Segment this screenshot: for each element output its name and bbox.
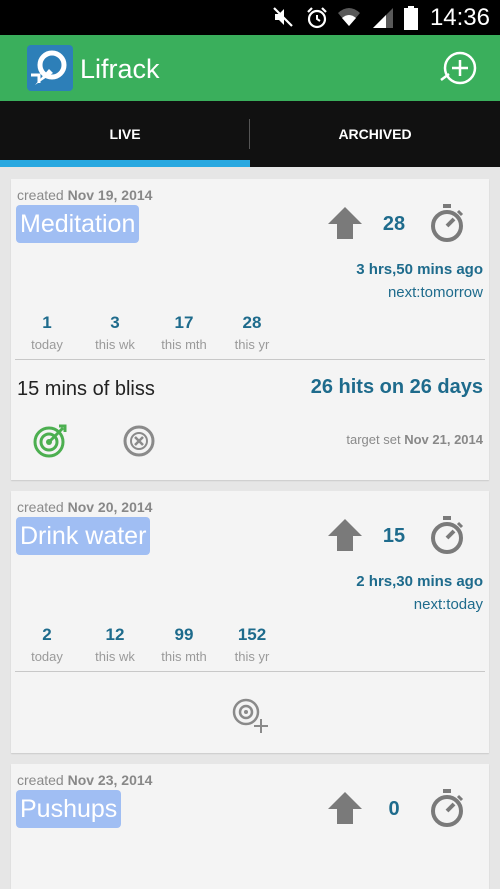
stat-value: 17: [174, 313, 194, 332]
app-logo-icon: [27, 45, 73, 91]
stat-label: today: [31, 337, 63, 352]
stat-today: 2 today: [12, 625, 82, 664]
target-set-date: target set Nov 21, 2014: [346, 432, 483, 447]
habit-card-drink-water[interactable]: created Nov 20, 2014 Drink water 15 2 hr…: [11, 491, 489, 753]
stat-label: this yr: [234, 337, 270, 352]
hit-count: 28: [382, 213, 406, 235]
wifi-icon: [338, 8, 360, 26]
habit-card-pushups[interactable]: created Nov 23, 2014 Pushups 0: [11, 764, 489, 889]
tab-active-indicator: [0, 160, 250, 167]
mute-icon: [273, 7, 293, 27]
habit-name[interactable]: Drink water: [16, 517, 151, 555]
app-bar: Lifrack: [0, 35, 500, 101]
increment-up-arrow-icon[interactable]: [327, 205, 363, 241]
stat-label: this wk: [95, 649, 135, 664]
stat-value: 1: [42, 313, 52, 332]
stat-this-year: 28 this yr: [217, 313, 287, 352]
created-date: created Nov 19, 2014: [17, 187, 153, 203]
hit-count: 15: [382, 525, 406, 547]
card-divider: [15, 359, 485, 360]
created-date: created Nov 20, 2014: [17, 499, 153, 515]
stat-value: 99: [174, 625, 194, 644]
stat-today: 1 today: [12, 313, 82, 352]
tab-archived[interactable]: ARCHIVED: [250, 101, 500, 167]
alarm-icon: [307, 7, 327, 29]
stat-value: 2: [42, 625, 52, 644]
target-hits: 26 hits on 26 days: [310, 376, 483, 398]
card-divider: [15, 671, 485, 672]
stat-label: today: [31, 649, 63, 664]
stat-value: 3: [110, 313, 120, 332]
increment-up-arrow-icon[interactable]: [327, 790, 363, 826]
battery-icon: [404, 6, 418, 30]
stat-this-year: 152 this yr: [217, 625, 287, 664]
stat-label: this mth: [161, 649, 207, 664]
stat-this-month: 99 this mth: [149, 625, 219, 664]
target-note: 15 mins of bliss: [17, 378, 155, 400]
increment-up-arrow-icon[interactable]: [327, 517, 363, 553]
target-achieved-icon[interactable]: [33, 424, 67, 458]
signal-icon: [373, 8, 393, 28]
add-circle-icon: [440, 51, 477, 85]
remove-target-icon[interactable]: [123, 425, 155, 457]
status-time: 14:36: [429, 4, 490, 31]
app-title: Lifrack: [80, 54, 160, 84]
stat-this-week: 3 this wk: [80, 313, 150, 352]
status-bar: 14:36: [0, 0, 500, 35]
habit-name[interactable]: Meditation: [16, 205, 140, 243]
tab-bar: LIVE ARCHIVED: [0, 101, 500, 167]
stat-value: 152: [237, 625, 267, 644]
last-hit-ago: 3 hrs,50 mins ago: [356, 261, 483, 278]
habit-card-meditation[interactable]: created Nov 19, 2014 Meditation 28 3 hrs…: [11, 179, 489, 480]
stopwatch-icon[interactable]: [429, 515, 465, 555]
stat-this-month: 17 this mth: [149, 313, 219, 352]
set-target-icon[interactable]: [232, 698, 268, 734]
stat-value: 12: [105, 625, 125, 644]
stopwatch-icon[interactable]: [429, 203, 465, 243]
stat-value: 28: [242, 313, 262, 332]
add-habit-button[interactable]: [440, 48, 480, 88]
next-due: next:today: [413, 596, 483, 613]
stat-label: this mth: [161, 337, 207, 352]
stat-this-week: 12 this wk: [80, 625, 150, 664]
habit-name[interactable]: Pushups: [16, 790, 122, 828]
hit-count: 0: [388, 798, 400, 820]
next-due: next:tomorrow: [387, 284, 483, 301]
tab-live[interactable]: LIVE: [0, 101, 250, 167]
stat-label: this yr: [234, 649, 270, 664]
stat-label: this wk: [95, 337, 135, 352]
created-date: created Nov 23, 2014: [17, 772, 153, 788]
last-hit-ago: 2 hrs,30 mins ago: [356, 573, 483, 590]
stopwatch-icon[interactable]: [429, 788, 465, 828]
